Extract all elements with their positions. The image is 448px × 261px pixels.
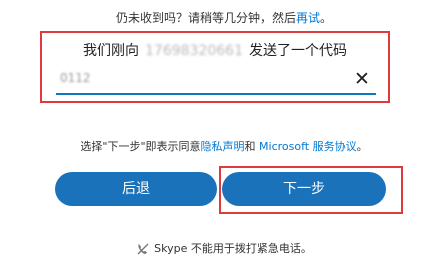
verification-page: 仍未收到吗？请稍等几分钟，然后再试。 我们刚向 17698320661 发送了一个代… [0,0,448,261]
verification-code-panel: 我们刚向 17698320661 发送了一个代码 0112 ✕ [40,31,390,103]
microsoft-services-agreement-link[interactable]: Microsoft 服务协议 [259,140,357,153]
emergency-call-notice: Skype 不能用于拨打紧急电话。 [0,240,448,256]
privacy-statement-link[interactable]: 隐私声明 [201,140,245,153]
sent-suffix: 发送了一个代码 [248,43,347,59]
code-value: 0112 [60,71,91,85]
consent-and: 和 [244,140,256,153]
resend-suffix: 。 [320,11,333,25]
close-icon[interactable]: ✕ [352,67,372,91]
masked-phone-number: 17698320661 [145,43,243,59]
consent-prefix: 选择"下一步"即表示同意 [80,140,201,153]
retry-link[interactable]: 再试 [296,11,320,25]
back-button[interactable]: 后退 [55,172,217,206]
footer-text: Skype 不能用于拨打紧急电话。 [154,242,312,255]
consent-text: 选择"下一步"即表示同意隐私声明和 Microsoft 服务协议。 [0,138,448,154]
resend-message: 仍未收到吗？请稍等几分钟，然后再试。 [0,9,448,26]
code-sent-message: 我们刚向 17698320661 发送了一个代码 [42,40,388,60]
consent-suffix: 。 [356,140,368,153]
sent-prefix: 我们刚向 [83,43,139,59]
no-phone-icon [136,242,150,256]
verification-code-input[interactable]: 0112 ✕ [56,67,376,95]
next-button[interactable]: 下一步 [222,172,386,206]
resend-prefix: 仍未收到吗？请稍等几分钟，然后 [115,11,296,25]
